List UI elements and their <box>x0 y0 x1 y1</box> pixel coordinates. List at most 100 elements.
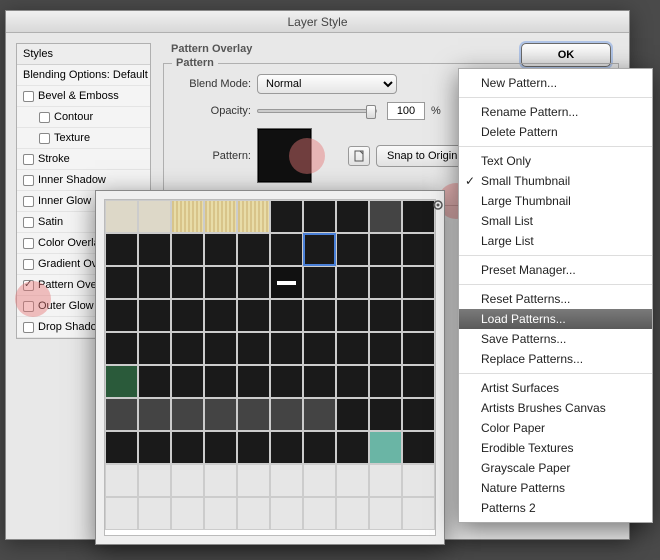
pattern-thumbnail[interactable] <box>270 497 303 530</box>
pattern-thumbnail[interactable] <box>105 497 138 530</box>
blend-mode-select[interactable]: Normal <box>257 74 397 94</box>
pattern-thumbnail[interactable] <box>303 200 336 233</box>
pattern-thumbnail[interactable] <box>336 332 369 365</box>
style-effect-row[interactable]: Contour <box>17 107 150 128</box>
style-checkbox[interactable] <box>23 322 34 333</box>
new-preset-button[interactable] <box>348 146 370 166</box>
pattern-thumbnail[interactable] <box>237 299 270 332</box>
menu-item[interactable]: Erodible Textures <box>459 438 652 458</box>
menu-item[interactable]: Save Patterns... <box>459 329 652 349</box>
opacity-input[interactable]: 100 <box>387 102 425 120</box>
style-effect-row[interactable]: Texture <box>17 128 150 149</box>
pattern-thumbnail[interactable] <box>171 332 204 365</box>
pattern-thumbnail[interactable] <box>105 200 138 233</box>
style-checkbox[interactable] <box>23 259 34 270</box>
styles-header[interactable]: Styles <box>17 44 150 65</box>
menu-item[interactable]: Color Paper <box>459 418 652 438</box>
pattern-thumbnail[interactable] <box>204 431 237 464</box>
pattern-thumbnail[interactable] <box>369 332 402 365</box>
menu-item[interactable]: Large Thumbnail <box>459 191 652 211</box>
pattern-thumbnail[interactable] <box>204 299 237 332</box>
pattern-thumbnail[interactable] <box>171 464 204 497</box>
menu-item[interactable]: Rename Pattern... <box>459 102 652 122</box>
pattern-thumbnail[interactable] <box>105 398 138 431</box>
menu-item[interactable]: Replace Patterns... <box>459 349 652 369</box>
style-checkbox[interactable] <box>23 154 34 165</box>
pattern-thumbnail[interactable] <box>336 464 369 497</box>
pattern-thumbnail[interactable] <box>171 233 204 266</box>
pattern-thumbnail[interactable] <box>402 365 435 398</box>
style-checkbox[interactable] <box>23 175 34 186</box>
pattern-thumbnail[interactable] <box>303 464 336 497</box>
pattern-thumbnail[interactable] <box>138 497 171 530</box>
pattern-thumbnail[interactable] <box>204 200 237 233</box>
pattern-thumbnail[interactable] <box>402 332 435 365</box>
pattern-thumbnail[interactable] <box>105 266 138 299</box>
style-checkbox[interactable] <box>23 217 34 228</box>
snap-to-origin-button[interactable]: Snap to Origin <box>376 145 468 167</box>
pattern-thumbnail[interactable] <box>336 365 369 398</box>
opacity-slider[interactable] <box>257 109 377 113</box>
pattern-thumbnail[interactable] <box>402 266 435 299</box>
pattern-thumbnail[interactable] <box>138 365 171 398</box>
style-checkbox[interactable] <box>23 196 34 207</box>
pattern-thumbnail[interactable] <box>369 200 402 233</box>
menu-item[interactable]: Text Only <box>459 151 652 171</box>
pattern-thumbnail[interactable] <box>303 332 336 365</box>
style-checkbox[interactable] <box>39 112 50 123</box>
pattern-thumbnail[interactable] <box>270 365 303 398</box>
pattern-thumbnail[interactable] <box>336 431 369 464</box>
pattern-thumbnail[interactable] <box>138 266 171 299</box>
pattern-thumbnail[interactable] <box>270 233 303 266</box>
pattern-thumbnail[interactable] <box>303 398 336 431</box>
pattern-thumbnail[interactable] <box>105 365 138 398</box>
pattern-thumbnail[interactable] <box>138 233 171 266</box>
pattern-thumbnail[interactable] <box>171 299 204 332</box>
pattern-thumbnail[interactable] <box>369 299 402 332</box>
menu-item[interactable]: Preset Manager... <box>459 260 652 280</box>
pattern-thumbnail[interactable] <box>138 431 171 464</box>
pattern-thumbnail[interactable] <box>402 398 435 431</box>
pattern-thumbnail[interactable] <box>237 266 270 299</box>
pattern-thumbnail[interactable] <box>237 365 270 398</box>
pattern-thumbnail[interactable] <box>204 398 237 431</box>
pattern-thumbnail[interactable] <box>237 332 270 365</box>
pattern-thumbnail[interactable] <box>138 464 171 497</box>
style-checkbox[interactable] <box>23 91 34 102</box>
pattern-thumbnail[interactable] <box>138 332 171 365</box>
pattern-thumbnail[interactable] <box>237 398 270 431</box>
pattern-swatch[interactable] <box>257 128 312 183</box>
pattern-thumbnail[interactable] <box>237 464 270 497</box>
pattern-thumbnail[interactable] <box>237 233 270 266</box>
pattern-thumbnail[interactable] <box>105 299 138 332</box>
pattern-thumbnail[interactable] <box>336 497 369 530</box>
pattern-thumbnail[interactable] <box>237 200 270 233</box>
menu-item[interactable]: Nature Patterns <box>459 478 652 498</box>
style-effect-row[interactable]: Stroke <box>17 149 150 170</box>
pattern-thumbnail[interactable] <box>270 200 303 233</box>
pattern-thumbnail[interactable] <box>138 200 171 233</box>
pattern-thumbnail[interactable] <box>105 233 138 266</box>
pattern-thumbnail[interactable] <box>369 266 402 299</box>
menu-item[interactable]: Small Thumbnail <box>459 171 652 191</box>
style-checkbox[interactable] <box>23 280 34 291</box>
pattern-thumbnail[interactable] <box>171 398 204 431</box>
pattern-thumbnail[interactable] <box>303 497 336 530</box>
pattern-thumbnail[interactable] <box>369 464 402 497</box>
pattern-thumbnail[interactable] <box>303 431 336 464</box>
pattern-thumbnail[interactable] <box>336 233 369 266</box>
pattern-thumbnail[interactable] <box>336 266 369 299</box>
menu-item[interactable]: New Pattern... <box>459 73 652 93</box>
pattern-thumbnail[interactable] <box>402 233 435 266</box>
pattern-thumbnail[interactable] <box>171 365 204 398</box>
pattern-thumbnail[interactable] <box>105 464 138 497</box>
pattern-thumbnail[interactable] <box>402 497 435 530</box>
pattern-thumbnail[interactable] <box>171 497 204 530</box>
pattern-thumbnail[interactable] <box>336 299 369 332</box>
pattern-thumbnail[interactable] <box>171 200 204 233</box>
pattern-thumbnail[interactable] <box>237 431 270 464</box>
pattern-thumbnail[interactable] <box>303 233 336 266</box>
style-effect-row[interactable]: Bevel & Emboss <box>17 86 150 107</box>
pattern-thumbnail[interactable] <box>270 266 303 299</box>
pattern-thumbnail[interactable] <box>336 200 369 233</box>
